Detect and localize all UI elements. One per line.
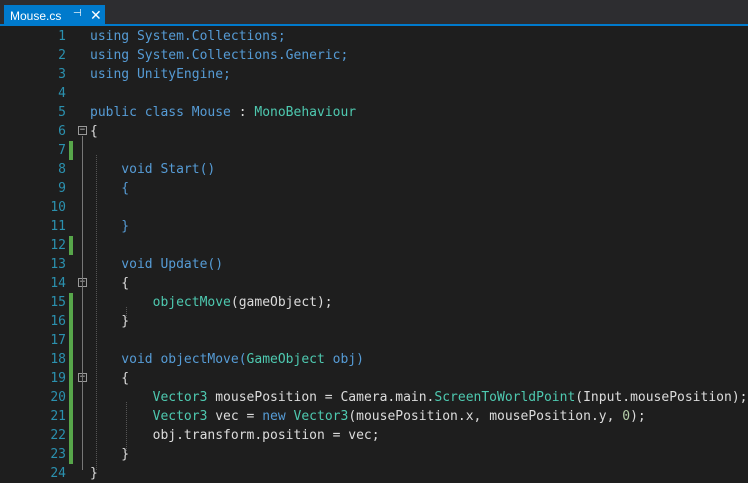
line-number: 13 (50, 257, 66, 272)
tab-filename: Mouse.cs (10, 8, 62, 23)
line-number: 4 (58, 86, 66, 101)
change-marker (69, 445, 73, 464)
line-number: 8 (58, 162, 66, 177)
line-number: 22 (50, 428, 66, 443)
line-number: 1 (58, 29, 66, 44)
line-number: 16 (50, 314, 66, 329)
code-line[interactable]: 18 void objectMove(GameObject obj) (0, 350, 748, 369)
change-marker (69, 426, 73, 445)
line-number: 15 (50, 295, 66, 310)
indent-guide (126, 402, 127, 451)
code-line[interactable]: 9 { (0, 179, 748, 198)
line-number: 14 (50, 276, 66, 291)
line-number: 12 (50, 238, 66, 253)
line-number: 24 (50, 466, 66, 481)
code-line[interactable]: 3 using UnityEngine; (0, 65, 748, 84)
close-icon[interactable]: ✕ (90, 6, 102, 24)
code-line[interactable]: 5 public class Mouse : MonoBehaviour (0, 103, 748, 122)
line-number: 11 (50, 219, 66, 234)
code-line[interactable]: 12 (0, 236, 748, 255)
code-line[interactable]: 11 } (0, 217, 748, 236)
line-number: 6 (58, 124, 66, 139)
change-marker (69, 350, 73, 369)
pin-icon[interactable]: ⊣ (73, 8, 82, 19)
line-number: 7 (58, 143, 66, 158)
tab-mouse-cs[interactable]: Mouse.cs ⊣ ✕ (4, 5, 105, 26)
change-marker (69, 236, 73, 255)
change-marker (69, 293, 73, 312)
line-number: 21 (50, 409, 66, 424)
indent-guide (96, 155, 97, 470)
code-text: using UnityEngine; (90, 67, 231, 82)
code-line[interactable]: 16 } (0, 312, 748, 331)
line-number: 10 (50, 200, 66, 215)
document-tab-bar: Mouse.cs ⊣ ✕ (0, 0, 748, 26)
code-line[interactable]: 4 (0, 84, 748, 103)
line-number: 2 (58, 48, 66, 63)
line-number: 17 (50, 333, 66, 348)
line-number: 20 (50, 390, 66, 405)
change-marker (69, 312, 73, 331)
code-line[interactable]: 1 using System.Collections; (0, 27, 748, 46)
line-number: 3 (58, 67, 66, 82)
fold-outline (82, 136, 83, 470)
code-line[interactable]: 7 (0, 141, 748, 160)
code-line[interactable]: 14− { (0, 274, 748, 293)
change-marker (69, 331, 73, 350)
code-line[interactable]: 6 −{ (0, 122, 748, 141)
code-line[interactable]: 19− { (0, 369, 748, 388)
code-line[interactable]: 17 (0, 331, 748, 350)
code-text: public class Mouse : MonoBehaviour (90, 105, 357, 120)
line-number: 19 (50, 371, 66, 386)
code-line[interactable]: 8 void Start() (0, 160, 748, 179)
code-text: using System.Collections.Generic; (90, 48, 349, 63)
code-editor[interactable]: 1 using System.Collections; 2 using System.… (0, 26, 748, 483)
collapse-icon[interactable]: − (78, 126, 87, 135)
change-marker (69, 369, 73, 388)
indent-guide (126, 307, 127, 318)
code-text: void Update() (90, 257, 224, 272)
change-marker (69, 407, 73, 426)
code-line[interactable]: 15 objectMove(gameObject); (0, 293, 748, 312)
line-number: 5 (58, 105, 66, 120)
change-marker (69, 141, 73, 160)
code-line[interactable]: 24} (0, 464, 748, 483)
code-line[interactable]: 13 void Update() (0, 255, 748, 274)
code-text: using System.Collections; (90, 29, 286, 44)
code-text: void Start() (90, 162, 216, 177)
change-marker (69, 388, 73, 407)
code-text: Vector3 vec = new Vector3(mousePosition.… (90, 409, 646, 424)
code-text: Vector3 mousePosition = Camera.main.Scre… (90, 390, 748, 405)
code-line[interactable]: 23 } (0, 445, 748, 464)
code-line[interactable]: 22 obj.transform.position = vec; (0, 426, 748, 445)
code-line[interactable]: 21 Vector3 vec = new Vector3(mousePositi… (0, 407, 748, 426)
code-line[interactable]: 2 using System.Collections.Generic; (0, 46, 748, 65)
code-line[interactable]: 20 Vector3 mousePosition = Camera.main.S… (0, 388, 748, 407)
line-number: 18 (50, 352, 66, 367)
code-text: void objectMove(GameObject obj) (90, 352, 364, 367)
code-text: { (90, 124, 98, 139)
line-number: 23 (50, 447, 66, 462)
line-number: 9 (58, 181, 66, 196)
code-line[interactable]: 10 (0, 198, 748, 217)
code-text: obj.transform.position = vec; (90, 428, 380, 443)
